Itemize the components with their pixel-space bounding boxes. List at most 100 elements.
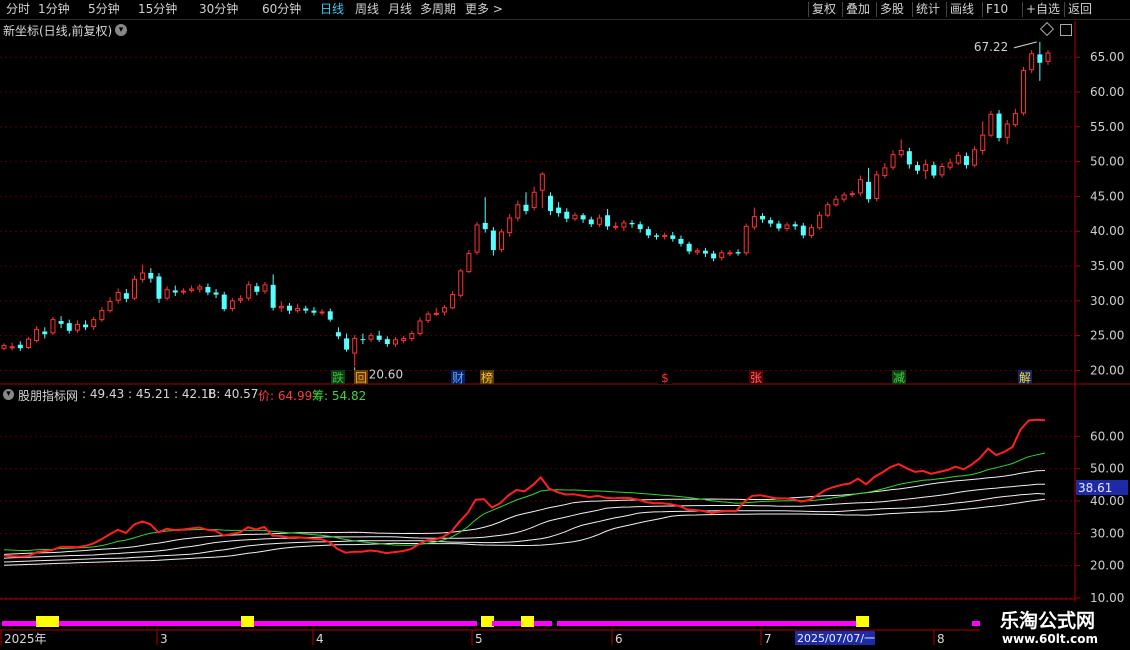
candle-body [523,204,529,212]
main-chart-title: 新坐标(日线,前复权) [3,24,113,38]
period-tab-10[interactable]: 更多 > [465,1,503,18]
candle-body [906,151,912,165]
period-tab-7[interactable]: 周线 [355,1,379,18]
event-marker: 张 [750,371,762,385]
candle-body [580,215,586,220]
date-cursor-label: 2025/07/07/一 [797,632,875,645]
signal-bar-magenta [152,621,477,626]
period-tab-4[interactable]: 30分钟 [199,1,238,18]
main-tick-label: 40.00 [1090,224,1124,238]
toolbar-button-3[interactable]: 统计 [916,1,940,18]
stock-chart-canvas[interactable]: 65.00 60.00 55.00 50.00 45.00 40.00 35.00 30.00… [0,0,1130,650]
toolbar-button-6[interactable]: +自选 [1026,1,1060,18]
candle-body [768,220,774,224]
candle-body [670,235,676,239]
candle-body [923,163,929,172]
toolbar-separator [912,2,913,17]
candle-body [458,270,464,296]
xaxis-label: 5 [475,632,483,646]
signal-bar-magenta [557,621,867,626]
candle-body [286,305,292,311]
toolbar-button-0[interactable]: 复权 [812,1,836,18]
main-tick-label: 30.00 [1090,294,1124,308]
signal-bar-magenta [2,621,157,626]
period-tab-2[interactable]: 5分钟 [88,1,120,18]
indicator-tick-label: 50.00 [1090,462,1124,476]
period-tab-8[interactable]: 月线 [388,1,412,18]
period-tab-9[interactable]: 多周期 [420,1,456,18]
main-tick-label: 60.00 [1090,85,1124,99]
current-value-label: 38.61 [1078,481,1112,495]
candle-body [531,191,537,209]
indicator-chip-value: 筹: 54.82 [312,389,367,403]
candle-body [34,328,40,342]
period-tab-3[interactable]: 15分钟 [138,1,177,18]
candle-body [874,174,880,200]
candle-body [751,216,757,228]
candle-body [417,320,423,335]
candle-body [172,290,178,293]
candle-body [988,113,994,136]
main-tick-label: 65.00 [1090,50,1124,64]
event-marker: $ [661,371,669,385]
low-marker-label: 20.60 [369,367,403,381]
period-tab-5[interactable]: 60分钟 [262,1,301,18]
candle-body [335,332,341,337]
event-marker: 减 [893,371,905,385]
candle-body [205,286,211,293]
toolbar-button-4[interactable]: 画线 [950,1,974,18]
candle-body [743,225,749,254]
candle-body [409,333,415,339]
candle-body [572,214,578,220]
candle-body [311,310,317,313]
indicator-white-line [3,483,1045,559]
xaxis-label: 7 [764,632,772,646]
period-tab-1[interactable]: 1分钟 [38,1,70,18]
candle-body [156,276,162,299]
toolbar-button-1[interactable]: 叠加 [846,1,870,18]
event-marker: 回 [355,371,367,385]
candle-body [50,319,56,334]
settings-chevron-icon[interactable]: ▾ [115,24,127,36]
candle-body [702,250,708,254]
candle-body [490,230,496,251]
candle-body [613,225,619,228]
candle-body [898,149,904,156]
candle-body [915,165,920,171]
toolbar-separator [808,2,809,17]
panel-toggle-icon[interactable] [1060,24,1072,36]
candle-body [556,207,562,214]
candle-body [303,308,309,311]
candle-body [849,193,855,196]
candle-body [132,278,137,299]
candle-body [99,310,105,321]
indicator-settings-icon[interactable]: ▾ [3,389,14,400]
candle-body [213,292,219,295]
period-tab-0[interactable]: 分时 [6,1,30,18]
main-tick-label: 25.00 [1090,329,1124,343]
high-marker-arrow [1013,41,1037,49]
candle-body [776,223,782,229]
main-tick-label: 35.00 [1090,259,1124,273]
candle-body [1012,113,1018,126]
toolbar-button-2[interactable]: 多股 [880,1,904,18]
candle-body [972,149,978,166]
candle-body [197,286,203,290]
xaxis-label: 4 [316,632,324,646]
toolbar-button-5[interactable]: F10 [986,1,1008,18]
candle-body [711,253,717,259]
candle-body [221,294,227,310]
watermark-title: 乐淘公式网 [1000,610,1096,632]
toolbar-button-7[interactable]: 返回 [1068,1,1092,18]
candle-body [963,156,969,166]
indicator-tick-label: 30.00 [1090,526,1124,540]
indicator-values: : 49.43 : 45.21 : 42.18 [82,387,217,401]
period-tab-6[interactable]: 日线 [320,1,344,18]
indicator-tick-label: 60.00 [1090,429,1124,443]
candle-body [939,165,945,176]
main-tick-label: 55.00 [1090,120,1124,134]
indicator-white-line [3,470,1046,555]
candle-body [9,346,15,349]
candle-body [319,311,325,314]
indicator-b-value: B: 40.57 [208,387,259,401]
